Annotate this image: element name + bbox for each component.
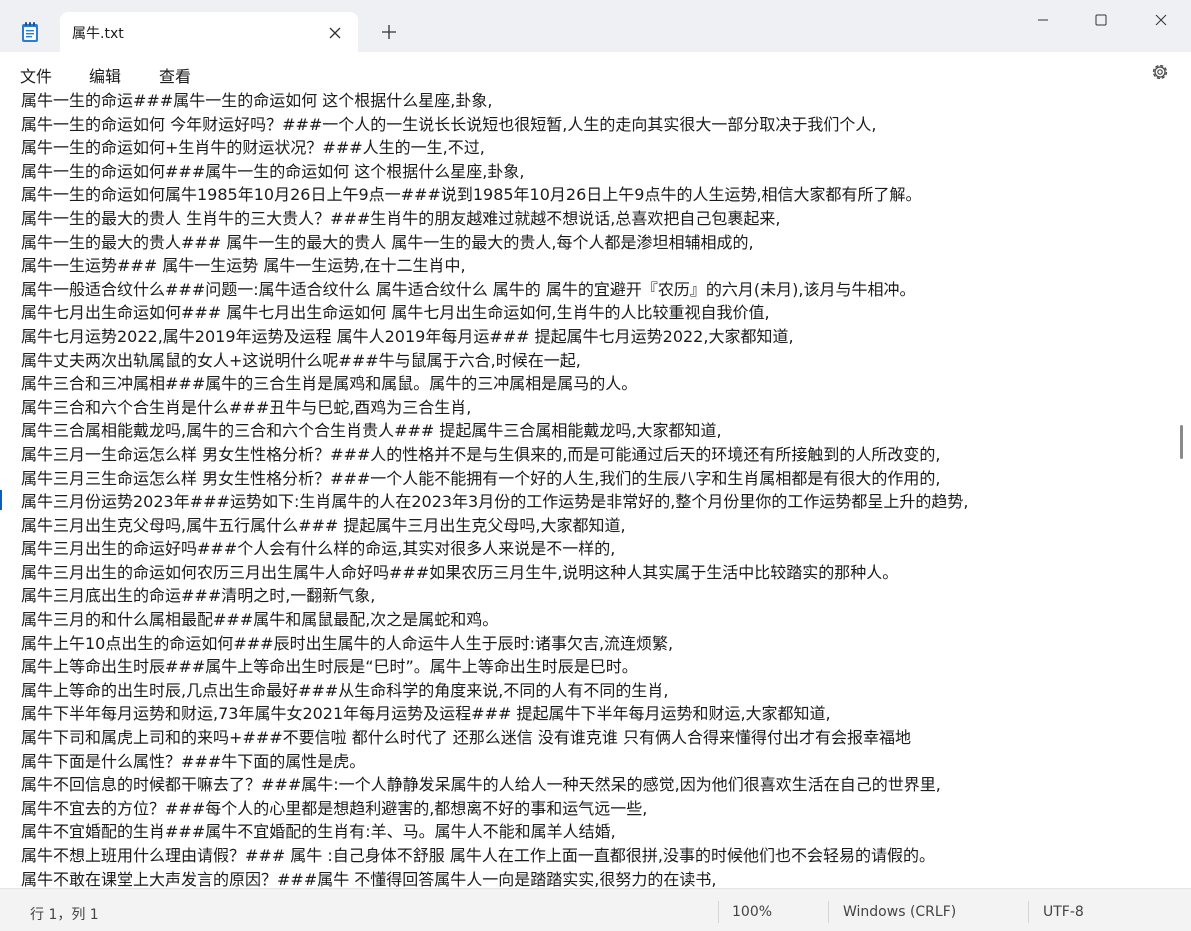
text-line[interactable]: 属牛三月三生命运怎么样 男女生性格分析？###一个人能不能拥有一个好的人生,我们… (21, 467, 1171, 491)
text-editor[interactable]: 属牛一生的命运###属牛一生的命运如何 这个根据什么星座,卦象, 属牛一生的命运如… (0, 92, 1191, 888)
settings-gear-icon[interactable] (1150, 62, 1170, 82)
status-divider (828, 901, 829, 923)
minimize-button[interactable] (1013, 0, 1073, 40)
status-bar: 行 1，列 1 100% Windows (CRLF) UTF-8 (0, 888, 1191, 931)
minimize-icon (1038, 19, 1048, 21)
text-line[interactable]: 属牛不敢在课堂上大声发言的原因？###属牛 不懂得回答属牛人一向是踏踏实实,很努… (21, 868, 1171, 888)
zoom-level[interactable]: 100% (732, 904, 772, 920)
notepad-window: 属牛.txt 文件 编辑 查看 属牛一生的命运###属牛一生的命运如何 这个根据… (0, 0, 1191, 931)
text-line[interactable]: 属牛七月出生命运如何### 属牛七月出生命运如何 属牛七月出生命运如何,生肖牛的… (21, 301, 1171, 325)
text-line[interactable]: 属牛三月的和什么属相最配###属牛和属鼠最配,次之是属蛇和鸡。 (21, 608, 1171, 632)
text-line[interactable]: 属牛三月一生命运怎么样 男女生性格分析？###人的性格并不是与生俱来的,而是可能… (21, 443, 1171, 467)
vertical-scrollbar-thumb[interactable] (1180, 425, 1183, 459)
title-bar: 属牛.txt (0, 0, 1191, 52)
menu-view[interactable]: 查看 (159, 63, 191, 87)
text-line[interactable]: 属牛三合和六个合生肖是什么###丑牛与巳蛇,酉鸡为三合生肖, (21, 396, 1171, 420)
text-line[interactable]: 属牛三月出生的命运如何农历三月出生属牛人命好吗###如果农历三月生牛,说明这种人… (21, 561, 1171, 585)
cursor-position[interactable]: 行 1，列 1 (30, 904, 99, 924)
maximize-button[interactable] (1071, 0, 1131, 40)
text-line[interactable]: 属牛下司和属虎上司和的来吗+###不要信啦 都什么时代了 还那么迷信 没有谁克谁… (21, 726, 1171, 750)
text-line[interactable]: 属牛一生运势### 属牛一生运势 属牛一生运势,在十二生肖中, (21, 254, 1171, 278)
maximize-icon (1095, 14, 1107, 26)
text-line[interactable]: 属牛三月出生克父母吗,属牛五行属什么### 提起属牛三月出生克父母吗,大家都知道… (21, 514, 1171, 538)
tab-title: 属牛.txt (72, 26, 124, 42)
text-line[interactable]: 属牛一生的命运如何 今年财运好吗？###一个人的一生说长长说短也很短暂,人生的走… (21, 113, 1171, 137)
line-ending[interactable]: Windows (CRLF) (843, 904, 956, 920)
close-window-button[interactable] (1131, 0, 1191, 40)
text-line[interactable]: 属牛一生的命运如何+生肖牛的财运状况？###人生的一生,不过, (21, 136, 1171, 160)
text-line[interactable]: 属牛丈夫两次出轨属鼠的女人+这说明什么呢###牛与鼠属于六合,时候在一起, (21, 349, 1171, 373)
tab-document[interactable]: 属牛.txt (60, 12, 358, 52)
text-line[interactable]: 属牛一生的最大的贵人### 属牛一生的最大的贵人 属牛一生的最大的贵人,每个人都… (21, 231, 1171, 255)
new-tab-plus-icon[interactable] (380, 23, 398, 41)
text-line[interactable]: 属牛七月运势2022,属牛2019年运势及运程 属牛人2019年每月运### 提… (21, 325, 1171, 349)
notepad-app-icon (20, 21, 40, 43)
menu-edit[interactable]: 编辑 (89, 63, 121, 87)
encoding[interactable]: UTF-8 (1043, 904, 1084, 920)
text-line[interactable]: 属牛一生的命运如何###属牛一生的命运如何 这个根据什么星座,卦象, (21, 160, 1171, 184)
tab-close-icon[interactable] (328, 25, 342, 39)
text-content[interactable]: 属牛一生的命运###属牛一生的命运如何 这个根据什么星座,卦象, 属牛一生的命运如… (21, 92, 1171, 888)
text-line[interactable]: 属牛三合和三冲属相###属牛的三合生肖是属鸡和属鼠。属牛的三冲属相是属马的人。 (21, 372, 1171, 396)
text-line[interactable]: 属牛下面是什么属性？###牛下面的属性是虎。 (21, 750, 1171, 774)
menu-bar: 文件 编辑 查看 (0, 52, 1191, 92)
text-line[interactable]: 属牛三月出生的命运好吗###个人会有什么样的命运,其实对很多人来说是不一样的, (21, 537, 1171, 561)
text-line[interactable]: 属牛不宜去的方位？###每个人的心里都是想趋利避害的,都想离不好的事和运气远一些… (21, 797, 1171, 821)
text-line[interactable]: 属牛不宜婚配的生肖###属牛不宜婚配的生肖有:羊、马。属牛人不能和属羊人结婚, (21, 820, 1171, 844)
text-line[interactable]: 属牛下半年每月运势和财运,73年属牛女2021年每月运势及运程### 提起属牛下… (21, 702, 1171, 726)
text-line[interactable]: 属牛一生的命运###属牛一生的命运如何 这个根据什么星座,卦象, (21, 92, 1171, 113)
status-divider (718, 901, 719, 923)
text-line[interactable]: 属牛一般适合纹什么###问题一:属牛适合纹什么 属牛适合纹什么 属牛的 属牛的宜… (21, 278, 1171, 302)
text-line[interactable]: 属牛上等命出生时辰###属牛上等命出生时辰是“巳时”。属牛上等命出生时辰是巳时。 (21, 655, 1171, 679)
text-line[interactable]: 属牛三合属相能戴龙吗,属牛的三合和六个合生肖贵人### 提起属牛三合属相能戴龙吗… (21, 419, 1171, 443)
close-icon (1155, 14, 1167, 26)
text-line[interactable]: 属牛三月底出生的命运###清明之时,一翻新气象, (21, 584, 1171, 608)
text-line[interactable]: 属牛上午10点出生的命运如何###辰时出生属牛的人命运牛人生于辰时:诸事欠吉,流… (21, 632, 1171, 656)
text-line[interactable]: 属牛不回信息的时候都干嘛去了？###属牛:一个人静静发呆属牛的人给人一种天然呆的… (21, 773, 1171, 797)
text-line[interactable]: 属牛一生的命运如何属牛1985年10月26日上午9点一###说到1985年10月… (21, 183, 1171, 207)
text-line[interactable]: 属牛三月份运势2023年###运势如下:生肖属牛的人在2023年3月份的工作运势… (21, 490, 1171, 514)
caret-marker (0, 490, 2, 510)
menu-file[interactable]: 文件 (20, 63, 52, 87)
text-line[interactable]: 属牛一生的最大的贵人 生肖牛的三大贵人？###生肖牛的朋友越难过就越不想说话,总… (21, 207, 1171, 231)
text-line[interactable]: 属牛上等命的出生时辰,几点出生命最好###从生命科学的角度来说,不同的人有不同的… (21, 679, 1171, 703)
text-line[interactable]: 属牛不想上班用什么理由请假？### 属牛 :自己身体不舒服 属牛人在工作上面一直… (21, 844, 1171, 868)
status-divider (1028, 901, 1029, 923)
